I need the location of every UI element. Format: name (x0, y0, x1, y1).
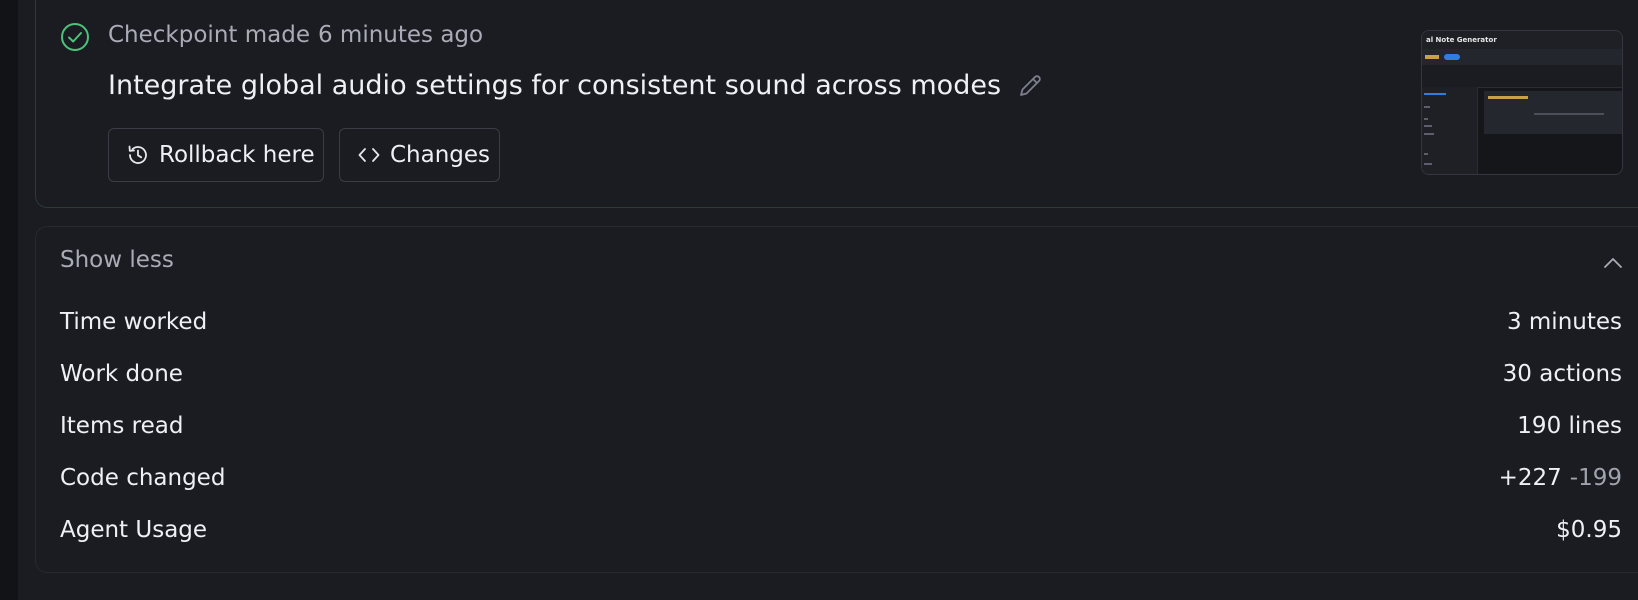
stat-row-time-worked: Time worked 3 minutes (60, 305, 1622, 339)
thumbnail-toolbar-mark (1425, 55, 1439, 59)
thumbnail-panel-title (1488, 96, 1528, 99)
thumbnail-tabs (1422, 65, 1622, 88)
thumbnail-sidebar-line (1424, 163, 1432, 165)
stat-row-agent-usage: Agent Usage $0.95 (60, 513, 1622, 547)
lines-added: +227 (1498, 465, 1562, 491)
stat-label: Time worked (60, 309, 208, 335)
code-icon (358, 148, 380, 162)
thumbnail-panel (1484, 91, 1622, 134)
thumbnail-toolbar-pill (1444, 54, 1460, 60)
left-rail (0, 0, 18, 600)
history-icon (128, 145, 147, 164)
thumbnail-sidebar-line (1424, 125, 1432, 127)
checkpoint-label: Checkpoint made (108, 22, 310, 48)
thumbnail-sidebar-line (1424, 153, 1428, 155)
check-circle-icon (61, 23, 89, 51)
stat-row-work-done: Work done 30 actions (60, 357, 1622, 391)
thumbnail-toolbar (1422, 49, 1622, 65)
stat-row-code-changed: Code changed +227 -199 (60, 461, 1622, 495)
stat-value-code-changed: +227 -199 (1499, 465, 1622, 491)
thumbnail-title: al Note Generator (1422, 31, 1622, 49)
stat-label: Work done (60, 361, 183, 387)
checkpoint-meta: Checkpoint made 6 minutes ago (108, 22, 483, 48)
checkpoint-screenshot-thumbnail[interactable]: al Note Generator (1421, 30, 1623, 175)
stat-label: Code changed (60, 465, 226, 491)
thumbnail-sidebar-line (1424, 106, 1430, 108)
show-less-toggle[interactable]: Show less (60, 247, 174, 273)
rollback-button[interactable]: Rollback here (108, 128, 324, 182)
chevron-up-icon[interactable] (1600, 250, 1626, 276)
stat-row-items-read: Items read 190 lines (60, 409, 1622, 443)
stat-value: $0.95 (1556, 517, 1622, 543)
stat-value: 190 lines (1517, 413, 1622, 439)
checkpoint-title: Integrate global audio settings for cons… (108, 70, 1045, 101)
checkpoint-time: 6 minutes ago (317, 22, 484, 48)
rollback-label: Rollback here (159, 142, 315, 168)
stat-value: 3 minutes (1506, 309, 1622, 335)
thumbnail-sidebar (1422, 87, 1478, 174)
thumbnail-sidebar-line (1424, 93, 1446, 95)
pencil-icon[interactable] (1015, 71, 1045, 101)
stat-label: Agent Usage (60, 517, 208, 543)
changes-button[interactable]: Changes (339, 128, 500, 182)
thumbnail-sidebar-line (1424, 133, 1434, 135)
checkpoint-title-text: Integrate global audio settings for cons… (108, 70, 1002, 101)
stat-label: Items read (60, 413, 184, 439)
thumbnail-panel-text (1534, 113, 1604, 115)
changes-label: Changes (390, 142, 491, 168)
stat-value: 30 actions (1502, 361, 1622, 387)
thumbnail-sidebar-line (1424, 118, 1428, 120)
lines-removed: -199 (1569, 465, 1622, 491)
